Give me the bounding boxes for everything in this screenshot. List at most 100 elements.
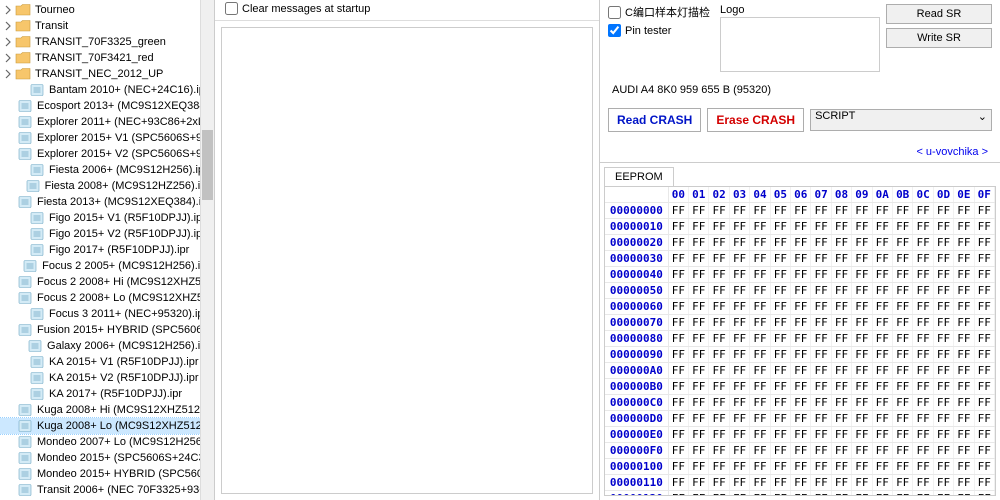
hex-row[interactable]: 00000020FFFFFFFFFFFFFFFFFFFFFFFFFFFFFFFF [605,235,995,251]
hex-cell[interactable]: FF [771,347,791,362]
hex-cell[interactable]: FF [954,475,974,490]
hex-cell[interactable]: FF [811,299,831,314]
read-crash-button[interactable]: Read CRASH [608,108,701,132]
tree-file[interactable]: Kuga 2008+ Lo (MC9S12XHZ512).ipr [0,418,214,434]
hex-cell[interactable]: FF [954,459,974,474]
hex-cell[interactable]: FF [873,267,893,282]
hex-row[interactable]: 000000B0FFFFFFFFFFFFFFFFFFFFFFFFFFFFFFFF [605,379,995,395]
hex-cell[interactable]: FF [934,491,954,496]
hex-cell[interactable]: FF [811,411,831,426]
hex-cell[interactable]: FF [913,411,933,426]
hex-cell[interactable]: FF [791,299,811,314]
hex-cell[interactable]: FF [913,363,933,378]
hex-row[interactable]: 000000D0FFFFFFFFFFFFFFFFFFFFFFFFFFFFFFFF [605,411,995,427]
hex-cell[interactable]: FF [852,219,872,234]
tree-folder[interactable]: Transit [0,18,214,34]
hex-cell[interactable]: FF [893,219,913,234]
hex-cell[interactable]: FF [669,379,689,394]
tree-file[interactable]: Fiesta 2008+ (MC9S12HZ256).ipr [0,178,214,194]
chevron-right-icon[interactable] [2,4,14,16]
scrollbar-thumb[interactable] [202,130,213,200]
hex-cell[interactable]: FF [852,283,872,298]
hex-cell[interactable]: FF [730,251,750,266]
chevron-right-icon[interactable] [2,68,14,80]
hex-cell[interactable]: FF [750,219,770,234]
hex-cell[interactable]: FF [954,267,974,282]
hex-cell[interactable]: FF [669,411,689,426]
hex-row[interactable]: 000000A0FFFFFFFFFFFFFFFFFFFFFFFFFFFFFFFF [605,363,995,379]
hex-cell[interactable]: FF [832,395,852,410]
hex-cell[interactable]: FF [893,443,913,458]
hex-cell[interactable]: FF [832,315,852,330]
tree-file[interactable]: KA 2015+ V2 (R5F10DPJJ).ipr [0,370,214,386]
hex-cell[interactable]: FF [730,299,750,314]
tree-file[interactable]: Focus 3 2011+ (NEC+95320).ipr [0,306,214,322]
hex-cell[interactable]: FF [669,443,689,458]
hex-cell[interactable]: FF [954,363,974,378]
hex-cell[interactable]: FF [730,411,750,426]
hex-cell[interactable]: FF [669,395,689,410]
hex-cell[interactable]: FF [913,427,933,442]
hex-cell[interactable]: FF [730,395,750,410]
hex-cell[interactable]: FF [811,235,831,250]
hex-cell[interactable]: FF [771,443,791,458]
hex-cell[interactable]: FF [832,283,852,298]
hex-cell[interactable]: FF [811,459,831,474]
hex-cell[interactable]: FF [750,491,770,496]
hex-cell[interactable]: FF [669,235,689,250]
hex-row[interactable]: 000000F0FFFFFFFFFFFFFFFFFFFFFFFFFFFFFFFF [605,443,995,459]
hex-cell[interactable]: FF [934,251,954,266]
hex-cell[interactable]: FF [893,475,913,490]
tree-folder[interactable]: TRANSIT_70F3325_green [0,34,214,50]
hex-cell[interactable]: FF [689,443,709,458]
hex-cell[interactable]: FF [954,203,974,218]
hex-row[interactable]: 00000030FFFFFFFFFFFFFFFFFFFFFFFFFFFFFFFF [605,251,995,267]
hex-cell[interactable]: FF [811,363,831,378]
hex-cell[interactable]: FF [873,347,893,362]
hex-cell[interactable]: FF [832,299,852,314]
hex-cell[interactable]: FF [709,251,729,266]
hex-cell[interactable]: FF [709,475,729,490]
tree-file[interactable]: Galaxy 2006+ (MC9S12H256).ipr [0,338,214,354]
hex-cell[interactable]: FF [709,395,729,410]
hex-cell[interactable]: FF [771,395,791,410]
hex-cell[interactable]: FF [832,267,852,282]
tree-file[interactable]: Bantam 2010+ (NEC+24C16).ipr [0,82,214,98]
hex-cell[interactable]: FF [934,315,954,330]
hex-cell[interactable]: FF [975,363,995,378]
hex-cell[interactable]: FF [873,459,893,474]
hex-cell[interactable]: FF [730,331,750,346]
hex-cell[interactable]: FF [709,363,729,378]
hex-cell[interactable]: FF [771,267,791,282]
hex-cell[interactable]: FF [709,299,729,314]
hex-cell[interactable]: FF [934,267,954,282]
hex-cell[interactable]: FF [771,299,791,314]
hex-cell[interactable]: FF [954,331,974,346]
hex-row[interactable]: 00000040FFFFFFFFFFFFFFFFFFFFFFFFFFFFFFFF [605,267,995,283]
hex-cell[interactable]: FF [709,331,729,346]
hex-cell[interactable]: FF [689,331,709,346]
hex-cell[interactable]: FF [669,299,689,314]
hex-cell[interactable]: FF [669,491,689,496]
hex-cell[interactable]: FF [669,427,689,442]
file-tree[interactable]: TourneoTransitTRANSIT_70F3325_greenTRANS… [0,0,215,500]
hex-cell[interactable]: FF [730,219,750,234]
hex-cell[interactable]: FF [893,427,913,442]
hex-row[interactable]: 00000050FFFFFFFFFFFFFFFFFFFFFFFFFFFFFFFF [605,283,995,299]
read-sr-button[interactable]: Read SR [886,4,992,24]
hex-cell[interactable]: FF [811,475,831,490]
tree-file[interactable]: Fiesta 2013+ (MC9S12XEQ384).ipr [0,194,214,210]
hex-cell[interactable]: FF [893,459,913,474]
hex-cell[interactable]: FF [852,491,872,496]
hex-cell[interactable]: FF [709,379,729,394]
hex-cell[interactable]: FF [669,283,689,298]
tree-file[interactable]: Focus 2 2008+ Hi (MC9S12XHZ512).ipr [0,274,214,290]
hex-cell[interactable]: FF [975,443,995,458]
hex-cell[interactable]: FF [975,235,995,250]
tree-folder[interactable]: TRANSIT_70F3421_red [0,50,214,66]
hex-cell[interactable]: FF [689,267,709,282]
hex-cell[interactable]: FF [791,219,811,234]
hex-cell[interactable]: FF [975,379,995,394]
hex-cell[interactable]: FF [771,475,791,490]
hex-cell[interactable]: FF [893,491,913,496]
